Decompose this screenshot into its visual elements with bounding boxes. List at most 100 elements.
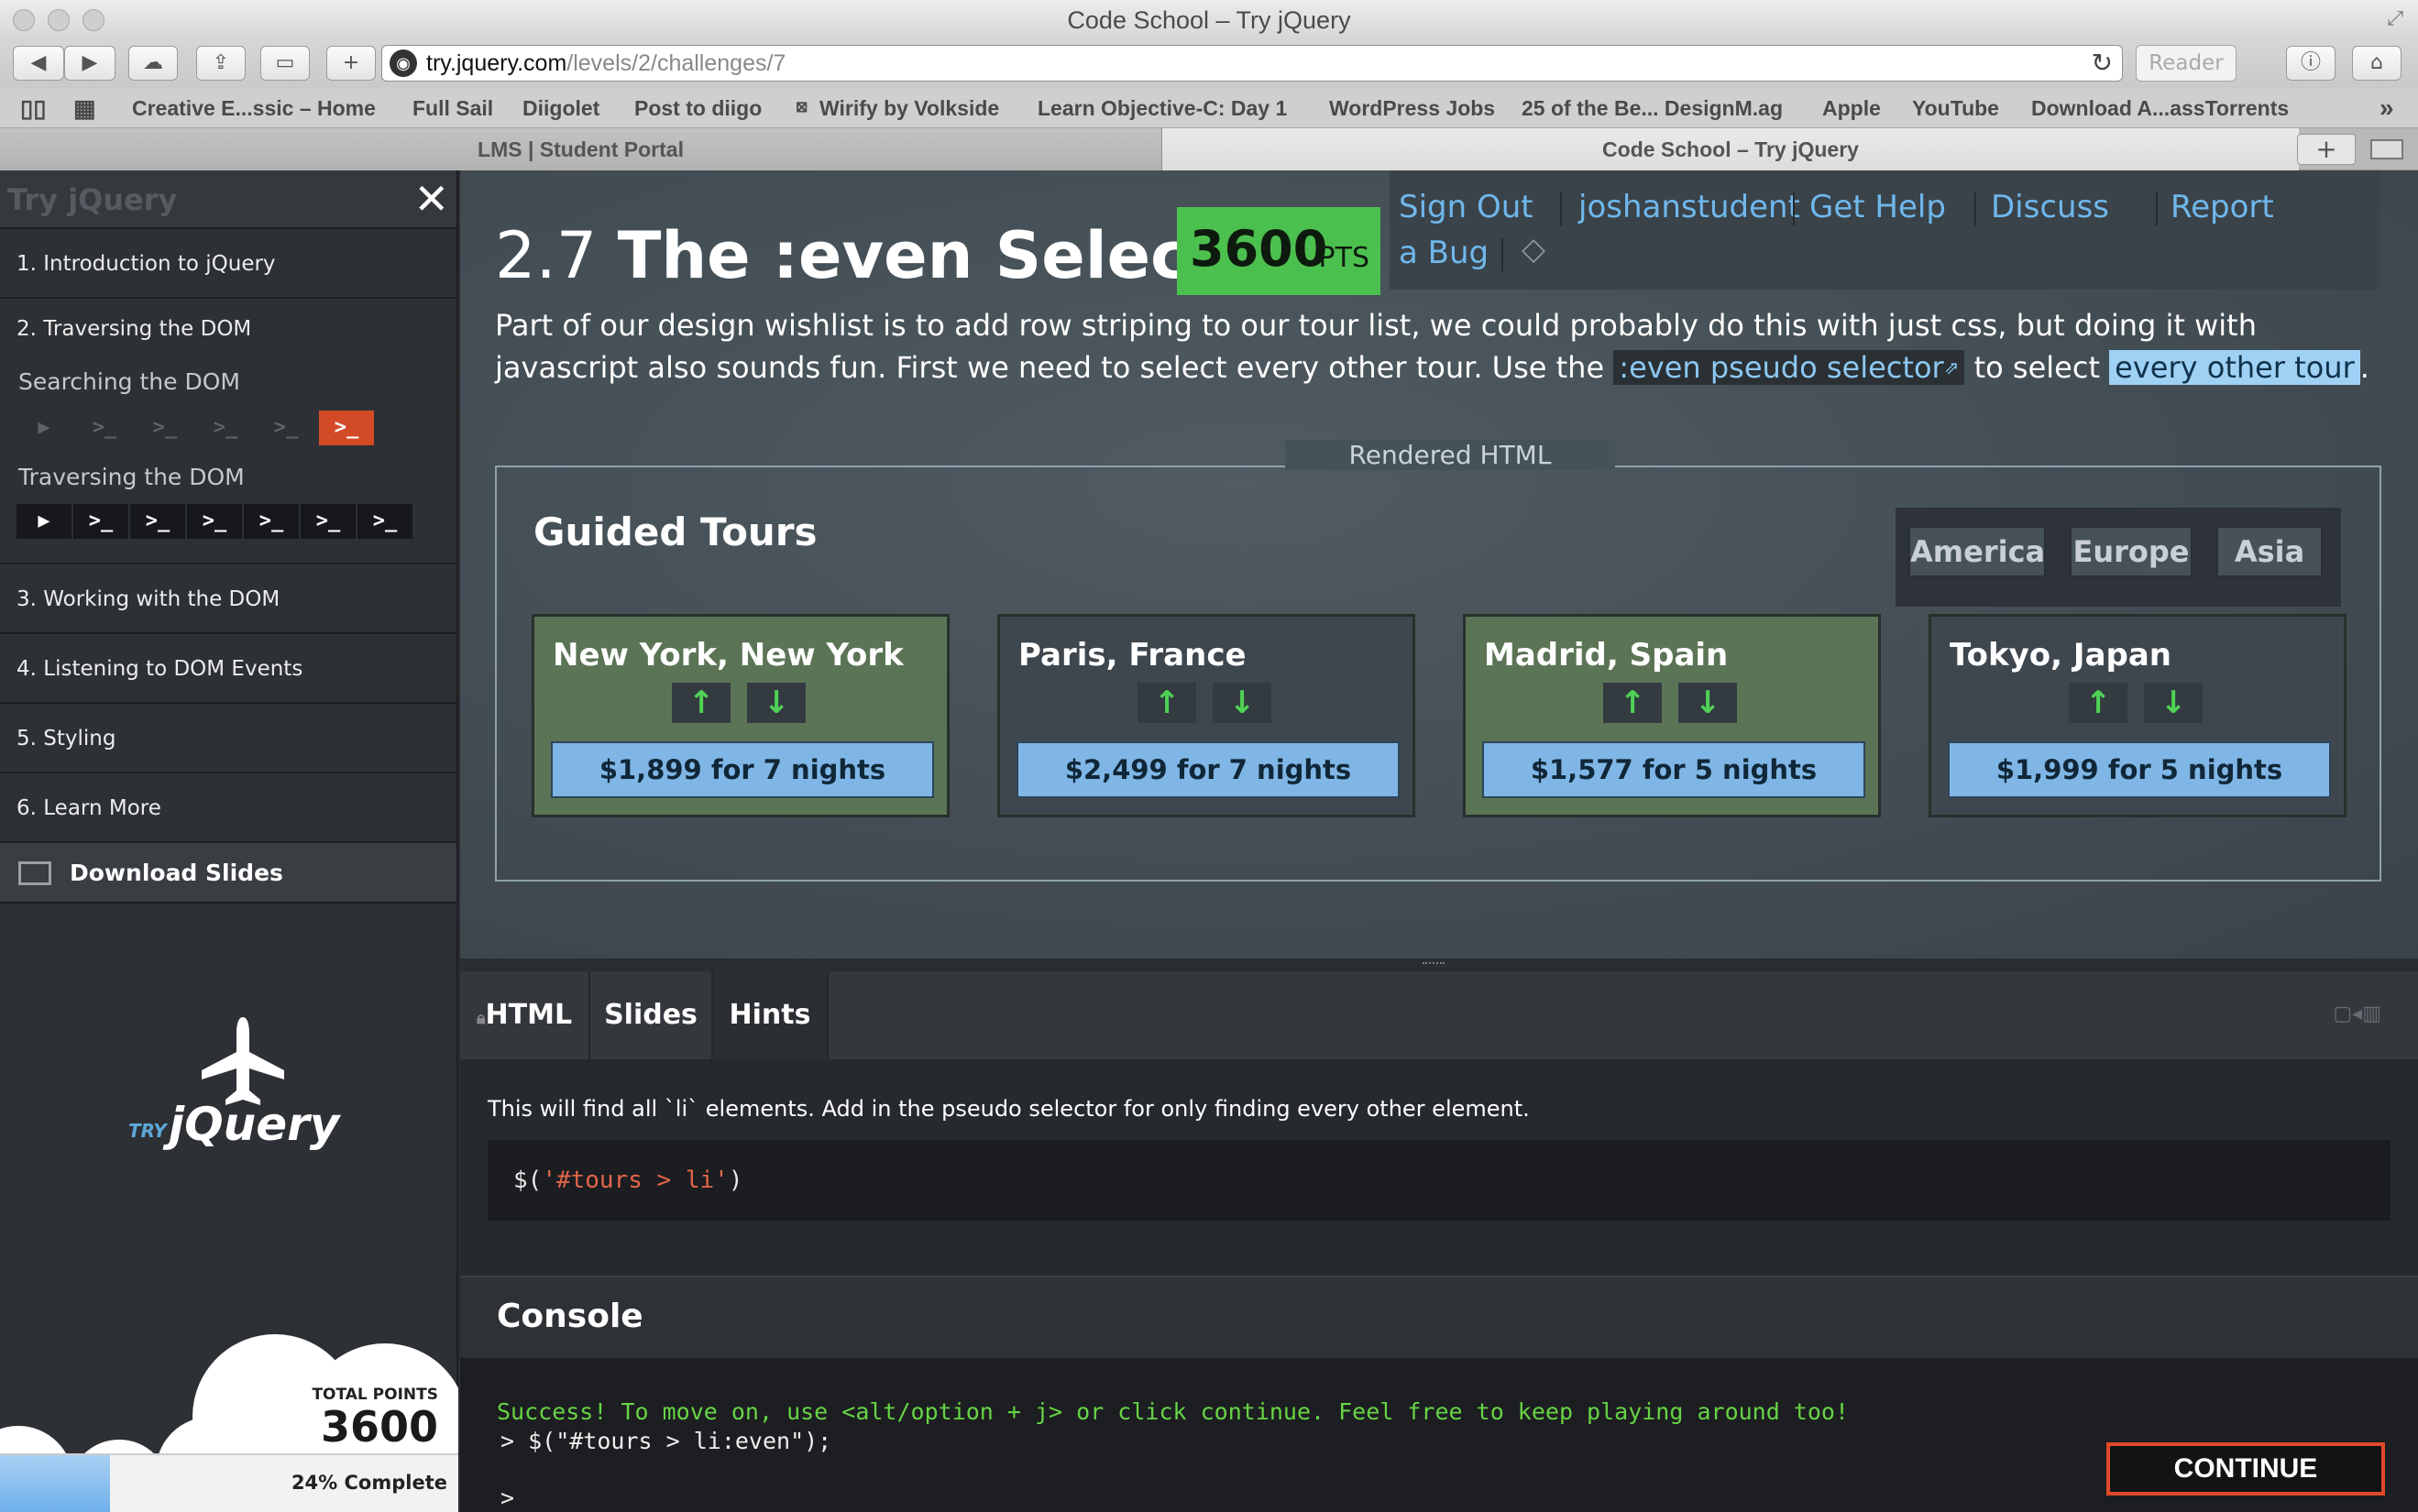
- address-bar[interactable]: ◉ try.jquery.com/levels/2/challenges/7 ↻: [381, 45, 2123, 82]
- expand-editor-icon[interactable]: ▢◂▥: [2333, 1003, 2381, 1025]
- new-tab-icon[interactable]: +: [326, 46, 376, 81]
- add-tab-button[interactable]: +: [2297, 134, 2356, 165]
- bookmark-item[interactable]: Apple: [1822, 88, 1881, 128]
- home-icon[interactable]: ⌂: [2352, 46, 2402, 81]
- icloud-icon[interactable]: ☁: [128, 46, 178, 81]
- reading-list-icon[interactable]: ▯▯: [20, 88, 47, 128]
- user-links: Sign Out joshanstudent Get Help Discuss …: [1390, 170, 2380, 290]
- challenge-button[interactable]: >_: [137, 411, 192, 445]
- challenge-button[interactable]: >_: [77, 411, 132, 445]
- challenge-button[interactable]: >_: [357, 504, 412, 539]
- minimize-window-button[interactable]: [48, 9, 70, 31]
- tour-city: Madrid, Spain: [1484, 637, 1729, 674]
- tour-city: Tokyo, Japan: [1950, 637, 2172, 674]
- challenge-button[interactable]: >_: [198, 411, 253, 445]
- arrow-up-icon[interactable]: ↑: [1603, 683, 1662, 723]
- bookmark-item[interactable]: Post to diigo: [634, 88, 762, 128]
- tour-card: Tokyo, Japan ↑ ↓ $1,999 for 5 nights: [1929, 614, 2347, 817]
- rendered-html-label: Rendered HTML: [1285, 440, 1615, 470]
- get-help-link[interactable]: Get Help: [1809, 189, 1946, 225]
- back-button[interactable]: ◀: [13, 46, 64, 81]
- tab-try-jquery[interactable]: Code School – Try jQuery: [1162, 128, 2299, 170]
- bookmark-item[interactable]: YouTube: [1912, 88, 1999, 128]
- tab-overview-icon[interactable]: [2370, 139, 2403, 159]
- tour-card: Paris, France ↑ ↓ $2,499 for 7 nights: [997, 614, 1415, 817]
- download-slides-button[interactable]: Download Slides: [0, 843, 456, 904]
- challenge-button[interactable]: >_: [73, 504, 128, 539]
- tour-city: Paris, France: [1018, 637, 1247, 674]
- pseudo-selector-link[interactable]: :even pseudo selector⇗: [1613, 350, 1965, 385]
- report-bug-link-cont[interactable]: a Bug: [1399, 235, 1489, 271]
- current-challenge-button[interactable]: >_: [319, 411, 374, 445]
- close-icon[interactable]: ✕: [413, 178, 449, 220]
- tab-slides[interactable]: Slides: [590, 971, 713, 1059]
- sidebar-level-3[interactable]: 3. Working with the DOM: [0, 564, 456, 634]
- share-icon[interactable]: ⇪: [196, 46, 246, 81]
- tour-price-button[interactable]: $1,899 for 7 nights: [551, 741, 934, 798]
- continue-button[interactable]: CONTINUE: [2106, 1442, 2385, 1496]
- forward-button[interactable]: ▶: [64, 46, 115, 81]
- challenge-button[interactable]: >_: [258, 411, 313, 445]
- arrow-down-icon[interactable]: ↓: [2144, 683, 2203, 723]
- bookmark-item[interactable]: Download A...assTorrents: [2031, 88, 2289, 128]
- reader-button[interactable]: Reader: [2136, 45, 2237, 82]
- grip-icon[interactable]: [1423, 962, 1445, 968]
- arrow-down-icon[interactable]: ↓: [1213, 683, 1271, 723]
- zoom-window-button[interactable]: [82, 9, 104, 31]
- downloads-icon[interactable]: ⓘ: [2286, 46, 2336, 81]
- sidebar-level-2-title[interactable]: 2. Traversing the DOM: [16, 317, 251, 341]
- bookmark-item[interactable]: Wirify by Volkside: [819, 88, 999, 128]
- sidebar-level-6[interactable]: 6. Learn More: [0, 773, 456, 843]
- sidebar-level-4[interactable]: 4. Listening to DOM Events: [0, 634, 456, 704]
- report-bug-link[interactable]: Report: [2171, 189, 2274, 225]
- tour-price-button[interactable]: $1,999 for 5 nights: [1948, 741, 2331, 798]
- tour-price-button[interactable]: $2,499 for 7 nights: [1017, 741, 1400, 798]
- tab-html[interactable]: 🔒︎HTML: [460, 971, 590, 1059]
- more-bookmarks-icon[interactable]: »: [2380, 88, 2394, 128]
- challenge-title: 2.7 The :even Selector: [495, 218, 1295, 293]
- tab-lms[interactable]: LMS | Student Portal: [0, 128, 1162, 170]
- bookmark-item[interactable]: 25 of the Be... DesignM.ag: [1522, 88, 1783, 128]
- tab-hints[interactable]: Hints: [713, 971, 829, 1059]
- challenge-panel: 2.7 The :even Selector 3600 PTS Sign Out…: [460, 170, 2418, 959]
- bookmark-item[interactable]: Diigolet: [522, 88, 599, 128]
- filter-europe-button[interactable]: Europe: [2070, 526, 2193, 577]
- top-sites-icon[interactable]: ▦: [73, 88, 96, 128]
- course-progress-bar: 24% Complete: [0, 1453, 458, 1512]
- challenge-button[interactable]: >_: [130, 504, 185, 539]
- filter-asia-button[interactable]: Asia: [2216, 526, 2323, 577]
- arrow-down-icon[interactable]: ↓: [1678, 683, 1737, 723]
- sidebar-level-1[interactable]: 1. Introduction to jQuery: [0, 229, 456, 299]
- total-points-label: TOTAL POINTS: [312, 1386, 438, 1404]
- code-icon[interactable]: ◇: [1522, 231, 1545, 268]
- play-icon[interactable]: ▶: [16, 504, 71, 539]
- bookmark-item[interactable]: Learn Objective-C: Day 1: [1038, 88, 1287, 128]
- tour-price-button[interactable]: $1,577 for 5 nights: [1482, 741, 1865, 798]
- close-window-button[interactable]: [13, 9, 35, 31]
- sidebar-level-5[interactable]: 5. Styling: [0, 704, 456, 773]
- bookmark-item[interactable]: WordPress Jobs: [1329, 88, 1495, 128]
- arrow-up-icon[interactable]: ↑: [672, 683, 731, 723]
- reload-icon[interactable]: ↻: [2092, 46, 2113, 81]
- filter-america-button[interactable]: America: [1908, 526, 2046, 577]
- arrow-down-icon[interactable]: ↓: [747, 683, 806, 723]
- sign-out-link[interactable]: Sign Out: [1399, 189, 1533, 225]
- sidebar-icon[interactable]: ▭: [260, 46, 310, 81]
- bookmark-item[interactable]: Full Sail: [412, 88, 493, 128]
- challenge-button[interactable]: >_: [301, 504, 356, 539]
- username-link[interactable]: joshanstudent: [1578, 189, 1800, 225]
- discuss-link[interactable]: Discuss: [1991, 189, 2109, 225]
- bookmark-item[interactable]: Creative E...ssic – Home: [132, 88, 376, 128]
- fullscreen-icon[interactable]: ⤢: [2387, 7, 2403, 30]
- arrow-up-icon[interactable]: ↑: [2069, 683, 2127, 723]
- play-icon[interactable]: ▶: [16, 411, 71, 445]
- link-divider: [1793, 192, 1795, 225]
- console-prompt[interactable]: >: [500, 1485, 514, 1511]
- points-value: 3600: [1190, 220, 1328, 278]
- link-divider: [2156, 192, 2158, 225]
- arrow-up-icon[interactable]: ↑: [1138, 683, 1196, 723]
- console-title: Console: [497, 1298, 643, 1335]
- tour-city: New York, New York: [553, 637, 904, 674]
- challenge-button[interactable]: >_: [187, 504, 242, 539]
- challenge-button[interactable]: >_: [244, 504, 299, 539]
